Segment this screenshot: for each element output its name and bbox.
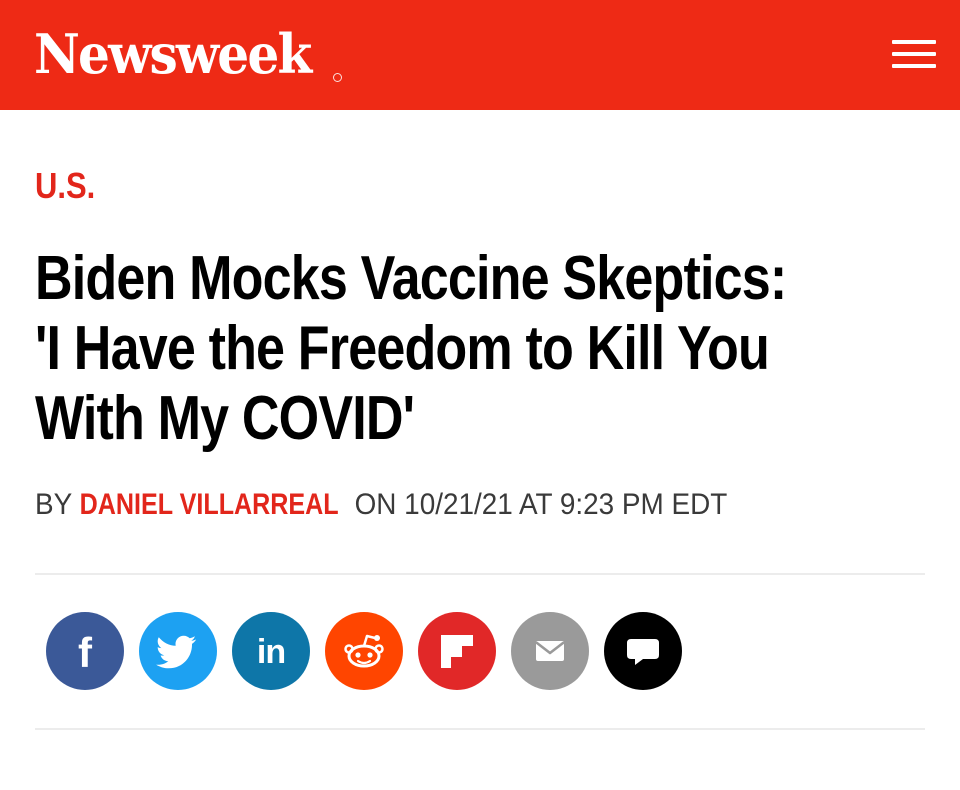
email-icon <box>535 641 565 661</box>
author-link[interactable]: DANIEL VILLARREAL <box>79 487 338 523</box>
brand-name: Newsweek <box>34 22 312 86</box>
hamburger-menu-icon[interactable] <box>892 38 936 70</box>
headline-line-1: Biden Mocks Vaccine Skeptics: <box>35 244 787 313</box>
comment-icon <box>627 639 659 665</box>
share-linkedin-button[interactable]: in <box>232 612 310 690</box>
site-header: Newsweek <box>0 0 960 110</box>
facebook-icon: f <box>78 629 92 676</box>
registered-mark-icon <box>333 73 342 82</box>
linkedin-icon: in <box>256 633 286 671</box>
divider-top <box>35 573 925 575</box>
headline-line-2: 'I Have the Freedom to Kill You <box>35 314 770 383</box>
reddit-icon <box>344 634 384 668</box>
comments-button[interactable] <box>604 612 682 690</box>
share-email-button[interactable] <box>511 612 589 690</box>
section-label[interactable]: U.S. <box>35 164 95 208</box>
article-page: Newsweek U.S. Biden Mocks Vaccine Skepti… <box>0 0 960 790</box>
byline: BY DANIEL VILLARREAL ON 10/21/21 AT 9:23… <box>35 487 727 523</box>
twitter-icon <box>156 635 197 669</box>
byline-prefix: BY <box>35 488 72 521</box>
newsweek-logo[interactable]: Newsweek <box>34 22 331 86</box>
share-reddit-button[interactable] <box>325 612 403 690</box>
share-flipboard-button[interactable] <box>418 612 496 690</box>
headline-line-3: With My COVID' <box>35 384 415 453</box>
publish-date: ON 10/21/21 AT 9:23 PM EDT <box>354 488 728 521</box>
divider-bottom <box>35 728 925 730</box>
share-facebook-button[interactable]: f <box>46 612 124 690</box>
article-headline: Biden Mocks Vaccine Skeptics: 'I Have th… <box>35 244 909 454</box>
share-twitter-button[interactable] <box>139 612 217 690</box>
flipboard-icon <box>441 635 473 668</box>
